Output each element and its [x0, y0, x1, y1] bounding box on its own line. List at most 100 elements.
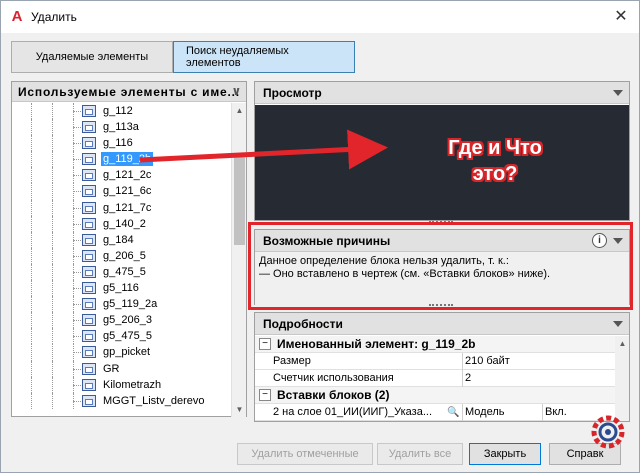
tree-scrollbar[interactable]: ▲ ▼	[231, 103, 246, 417]
tree-guide-line	[52, 135, 53, 152]
tree-item[interactable]: g_113a	[12, 119, 232, 136]
tree-item[interactable]: g_116	[12, 135, 232, 152]
close-window-button[interactable]: ✕	[611, 7, 631, 27]
tree-item[interactable]: g5_475_5	[12, 328, 232, 345]
named-element-label: Именованный элемент: g_119_2b	[277, 337, 476, 351]
tree-guide-line	[31, 135, 32, 152]
tree-item[interactable]: g_475_5	[12, 263, 232, 281]
tree-item[interactable]: gp_picket	[12, 344, 232, 361]
tree-guide-line	[52, 344, 53, 361]
zoom-to-icon[interactable]: 🔍	[447, 407, 459, 418]
used-items-panel: Используемые элементы с име... ∨ g_112 g_…	[11, 81, 247, 417]
block-definition-icon	[82, 378, 96, 391]
tree-guide-line	[31, 167, 32, 184]
block-definition-icon	[82, 105, 96, 117]
details-scrollbar[interactable]: ▲	[615, 336, 629, 421]
scroll-up-icon[interactable]: ▲	[615, 336, 630, 351]
tree-guide-line	[52, 167, 53, 184]
title-bar: A Удалить ✕	[1, 1, 639, 33]
tree-guide-line	[52, 199, 53, 216]
tab-find-non-deletable[interactable]: Поиск неудаляемых элементов	[173, 41, 355, 73]
named-element-group[interactable]: − Именованный элемент: g_119_2b	[255, 336, 629, 353]
gear-logo-icon	[591, 415, 625, 449]
property-value: 2	[462, 369, 622, 387]
tree-guide-line	[52, 360, 53, 377]
tree-guide-line	[52, 215, 53, 232]
tab-deletable-items[interactable]: Удаляемые элементы	[11, 41, 173, 73]
tree-item[interactable]: g5_206_3	[12, 312, 232, 329]
tree-guide-line	[31, 103, 32, 120]
scroll-thumb[interactable]	[234, 155, 245, 245]
preview-panel: Просмотр Где и Что это?	[254, 81, 630, 221]
tree-item-label: g_121_7c	[103, 201, 152, 214]
tree-guide-lines	[12, 247, 92, 264]
details-grid: − Именованный элемент: g_119_2b Размер 2…	[255, 336, 629, 421]
tree-guide-lines	[12, 263, 92, 281]
collapse-minus-icon[interactable]: −	[259, 338, 271, 350]
tree-item-label: g_113a	[103, 121, 139, 134]
tree-item[interactable]: g_206_5	[12, 247, 232, 264]
collapse-minus-icon[interactable]: −	[259, 389, 271, 401]
block-definition-icon	[82, 201, 96, 214]
tree-guide-line	[31, 312, 32, 329]
insert-row[interactable]: 2 на слое 01_ИИ(ИИГ)_Указа... 🔍 Модель В…	[255, 403, 629, 421]
collapse-arrow-icon[interactable]	[613, 321, 623, 327]
tree-guide-line	[31, 183, 32, 200]
tree-guide-line	[31, 344, 32, 361]
tree-item-label: g5_116	[103, 282, 139, 295]
tree-item[interactable]: Kilometrazh	[12, 376, 232, 393]
tree-guide-line	[52, 231, 53, 248]
tree-item-label: g_184	[103, 233, 134, 246]
tree-item[interactable]: g_119_2b	[12, 151, 232, 168]
scroll-down-icon[interactable]: ▼	[232, 402, 247, 417]
tree-guide-lines	[12, 167, 92, 184]
preview-canvas: Где и Что это?	[255, 105, 629, 220]
block-definition-icon	[82, 169, 96, 182]
tree-guide-line	[31, 151, 32, 168]
close-button[interactable]: Закрыть	[469, 443, 541, 465]
scroll-up-icon[interactable]: ▲	[232, 103, 247, 118]
tree-item[interactable]: g5_116	[12, 280, 232, 297]
preview-header: Просмотр	[255, 82, 629, 104]
tree-item[interactable]: g_121_2c	[12, 167, 232, 184]
tree-guide-line	[52, 296, 53, 313]
used-items-header: Используемые элементы с име... ∨	[12, 82, 246, 102]
tree-guide-line	[31, 360, 32, 377]
tree-guide-lines	[12, 183, 92, 200]
tree-item-label: g_112	[103, 105, 133, 117]
tab-strip: Удаляемые элементы Поиск неудаляемых эле…	[11, 41, 355, 73]
tree-guide-line	[31, 392, 32, 409]
tree-item[interactable]: GR	[12, 360, 232, 377]
block-definition-icon	[82, 282, 96, 295]
tree-item[interactable]: MGGT_Listv_derevo	[12, 392, 232, 409]
tree-item[interactable]: g_184	[12, 231, 232, 248]
tree-item[interactable]: g_121_6c	[12, 183, 232, 200]
tree-guide-lines	[12, 392, 92, 409]
delete-checked-button[interactable]: Удалить отмеченные	[237, 443, 373, 465]
tree-guide-line	[52, 392, 53, 409]
tree-item[interactable]: g_121_7c	[12, 199, 232, 216]
block-definition-icon	[82, 394, 96, 407]
delete-all-button[interactable]: Удалить все	[377, 443, 463, 465]
tree-item[interactable]: g5_119_2a	[12, 296, 232, 313]
block-tree: g_112 g_113a g_116 g_119_2b g_121_2c g_121_6c…	[12, 103, 232, 417]
tree-guide-line	[31, 376, 32, 393]
collapse-chevron-icon[interactable]: ∨	[231, 84, 242, 98]
tree-item[interactable]: g_112	[12, 103, 232, 120]
tree-item-label: MGGT_Listv_derevo	[103, 394, 205, 407]
tree-guide-line	[52, 119, 53, 136]
insert-space: Модель	[462, 403, 542, 421]
tree-guide-lines	[12, 135, 92, 152]
used-items-title: Используемые элементы с име...	[18, 84, 240, 99]
block-definition-icon	[82, 362, 96, 375]
tree-guide-lines	[12, 215, 92, 232]
collapse-arrow-icon[interactable]	[613, 90, 623, 96]
block-definition-icon	[82, 153, 96, 166]
tree-item-label: g5_475_5	[103, 330, 152, 343]
tree-item-label: Kilometrazh	[103, 378, 162, 391]
block-definition-icon	[82, 265, 96, 278]
block-inserts-group[interactable]: − Вставки блоков (2)	[255, 387, 629, 404]
tree-guide-lines	[12, 328, 92, 345]
tree-guide-line	[31, 215, 32, 232]
tree-item[interactable]: g_140_2	[12, 215, 232, 232]
